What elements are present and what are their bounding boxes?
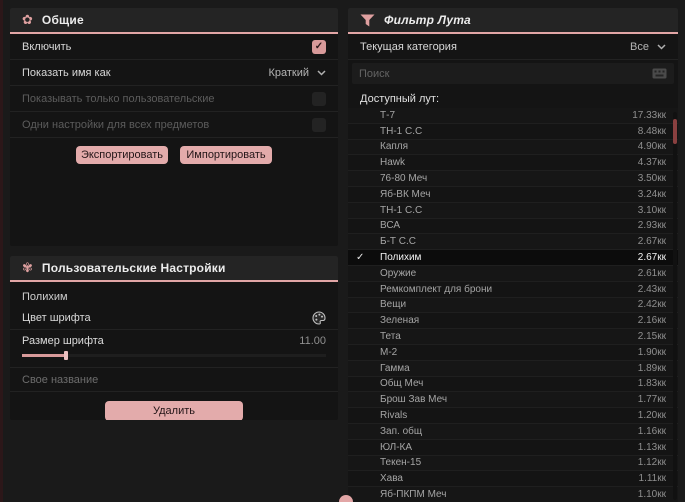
loot-list-item[interactable]: ✓ Яб-ВК Меч 3.24кк [348,187,678,203]
import-button[interactable]: Импортировать [180,146,272,164]
only-custom-checkbox[interactable] [312,91,326,106]
loot-list-item[interactable]: ✓ 76-80 Меч 3.50кк [348,171,678,187]
loot-list-item[interactable]: ✓ Б-Т С.С 2.67кк [348,234,678,251]
chevron-down-icon [317,69,326,76]
user-settings-panel-header: ✾ Пользовательские Настройки [10,256,338,282]
selected-item-name: Полихим [22,291,68,303]
loot-list-item[interactable]: ✓ Гамма 1.89кк [348,360,678,377]
loot-list-item[interactable]: ✓ Т-7 17.33кк [348,108,678,124]
same-settings-row: Одни настройки для всех предметов [10,112,338,138]
loot-list-item[interactable]: ✓ Вещи 2.42кк [348,297,678,314]
enable-label: Включить [22,40,72,53]
delete-button[interactable]: Удалить [105,401,243,420]
delete-row: Удалить [10,392,338,420]
font-size-value: 11.00 [299,335,326,347]
loot-list-item[interactable]: ✓ Текен-15 1.12кк [348,455,678,472]
loot-list-item[interactable]: ✓ Капля 4.90кк [348,139,678,156]
pink-dot-decoration [339,495,353,502]
show-name-dropdown[interactable]: Краткий [268,67,326,79]
font-size-label: Размер шрифта [22,335,104,347]
funnel-icon [360,14,375,26]
general-panel: ✿ Общие Включить ✓ Показать имя как Крат… [10,8,338,246]
category-row: Текущая категория Все [348,34,678,60]
loot-list-item[interactable]: ✓ Rivals 1.20кк [348,408,678,424]
same-settings-checkbox[interactable] [312,117,326,132]
loot-list-item[interactable]: ✓ Оружие 2.61кк [348,265,678,282]
loot-list-item[interactable]: ✓ ТН-1 С.С 8.48кк [348,124,678,140]
show-name-row: Показать имя как Краткий [10,60,338,86]
general-panel-title: Общие [41,13,84,27]
category-dropdown[interactable]: Все [630,41,666,53]
loot-list-item[interactable]: ✓ Хава 1.11кк [348,471,678,488]
loot-list-item[interactable]: ✓ ВСА 2.93кк [348,219,678,235]
loot-list-item[interactable]: ✓ Зеленая 2.16кк [348,313,678,330]
font-color-row: Цвет шрифта [10,307,338,330]
same-settings-label: Одни настройки для всех предметов [22,118,210,131]
loot-list-item[interactable]: ✓ ТН-1 С.С 3.10кк [348,202,678,219]
font-size-slider[interactable] [22,351,326,360]
show-name-dropdown-value: Краткий [268,66,309,79]
gear-icon: ✿ [22,12,33,28]
loot-list-item[interactable]: ✓ Брош Зав Меч 1.77кк [348,392,678,409]
palette-icon[interactable] [312,311,326,325]
loot-list-item[interactable]: ✓ Общ Меч 1.83кк [348,377,678,393]
loot-list-item[interactable]: ✓ Полихим 2.67кк [348,250,678,266]
keyboard-icon[interactable] [652,68,667,79]
export-import-row: Экспортировать Импортировать [10,138,338,172]
loot-filter-panel: Фильтр Лута Текущая категория Все Доступ… [348,8,678,502]
loot-list-item[interactable]: ✓ ЮЛ-КА 1.13кк [348,440,678,456]
user-settings-panel: ✾ Пользовательские Настройки Полихим Цве… [10,256,338,420]
font-size-slider-handle[interactable] [64,351,68,360]
general-panel-header: ✿ Общие [10,8,338,34]
category-dropdown-value: Все [630,40,649,53]
font-color-label: Цвет шрифта [22,312,91,324]
available-loot-label: Доступный лут: [360,93,440,105]
loot-list-scrollbar-thumb[interactable] [673,119,677,144]
only-custom-row: Показывать только пользовательские [10,86,338,112]
export-button[interactable]: Экспортировать [76,146,168,164]
loot-list-item[interactable]: ✓ М-2 1.90кк [348,345,678,361]
category-label: Текущая категория [360,40,457,53]
chevron-down-icon [657,43,666,50]
loot-list-item[interactable]: ✓ Яб-ПКПМ Меч 1.10кк [348,487,678,502]
user-settings-icon: ✾ [22,260,33,276]
enable-row: Включить ✓ [10,34,338,60]
font-size-block: Размер шрифта 11.00 [10,330,338,368]
loot-list-item[interactable]: ✓ Hawk 4.37кк [348,155,678,172]
search-box [352,63,674,84]
only-custom-label: Показывать только пользовательские [22,92,215,105]
loot-list: ✓ Т-7 17.33кк ✓ ТН-1 С.С 8.48кк ✓ Капля … [348,108,678,502]
loot-filter-panel-title: Фильтр Лута [384,13,471,27]
loot-list-scrollbar[interactable] [673,112,677,500]
selected-check-icon: ✓ [356,252,365,264]
custom-name-input[interactable] [10,368,338,392]
loot-filter-panel-header: Фильтр Лута [348,8,678,34]
loot-list-item[interactable]: ✓ Зап. общ 1.16кк [348,423,678,440]
search-input[interactable] [359,67,646,80]
font-size-head: Размер шрифта 11.00 [22,332,326,351]
loot-list-item[interactable]: ✓ Тета 2.15кк [348,329,678,345]
window-edge-strip [0,0,3,502]
show-name-label: Показать имя как [22,66,111,79]
user-settings-panel-title: Пользовательские Настройки [41,261,226,275]
font-size-slider-fill [22,354,66,357]
enable-checkbox[interactable]: ✓ [312,39,326,54]
loot-list-item[interactable]: ✓ Ремкомплект для брони 2.43кк [348,282,678,298]
